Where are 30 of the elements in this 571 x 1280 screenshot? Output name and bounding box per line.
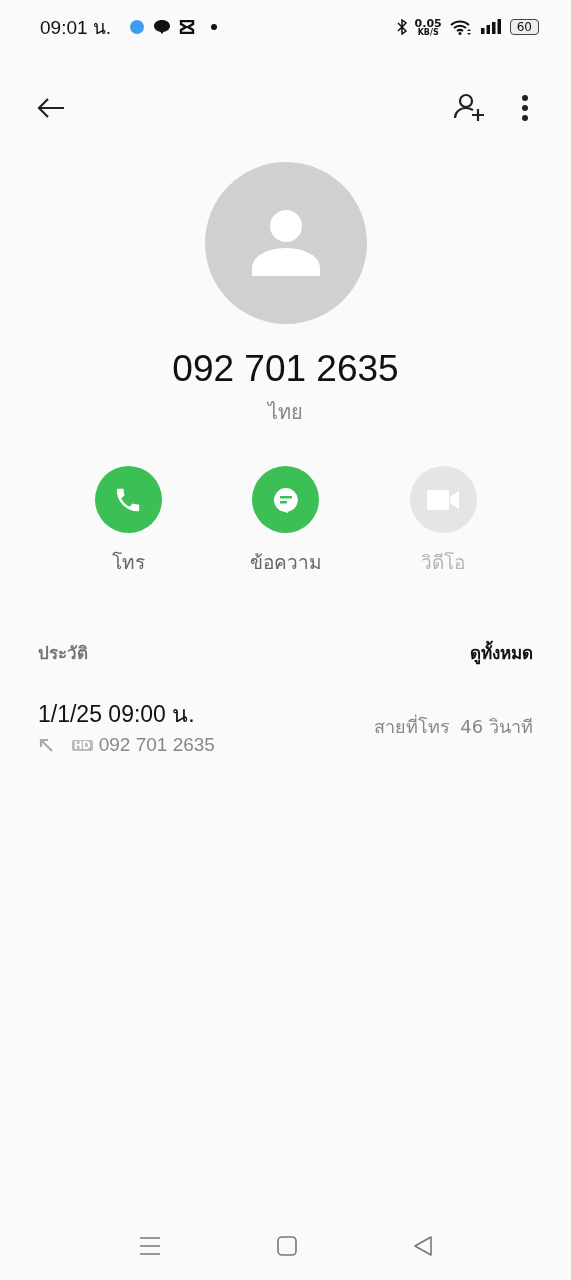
see-all-link[interactable]: ดูทั้งหมด: [470, 639, 533, 666]
wifi-icon: [449, 19, 472, 35]
bluetooth-icon: [396, 19, 407, 35]
hd-badge: HD: [72, 739, 93, 751]
network-speed-unit: KB/S: [417, 28, 439, 37]
back-arrow-icon[interactable]: [36, 97, 66, 119]
call-type: สายที่โทร: [374, 713, 451, 739]
call-datetime: 1/1/25 09:00 น.: [38, 700, 196, 729]
more-options-icon[interactable]: [521, 94, 529, 122]
back-triangle-icon[interactable]: [412, 1236, 433, 1256]
battery-indicator: 60: [509, 19, 539, 35]
status-time: 09:01 น.: [40, 16, 112, 40]
call-duration: 46 วินาที: [460, 714, 533, 739]
history-title: ประวัติ: [38, 642, 88, 665]
region-label: ไทย: [266, 399, 304, 426]
network-speed: 0.05: [414, 17, 442, 29]
chat-bubble-icon: [153, 19, 172, 35]
outgoing-arrow-icon: [38, 737, 54, 753]
action-label: วิดีโอ: [421, 550, 465, 575]
avatar-icon: [204, 162, 367, 324]
menu-icon[interactable]: [138, 1236, 161, 1256]
action-label: โทร: [111, 550, 145, 575]
call-number: 092 701 2635: [98, 734, 215, 756]
video-camera-icon: [426, 487, 460, 512]
home-square-icon[interactable]: [276, 1236, 297, 1256]
add-contact-icon[interactable]: [453, 92, 485, 124]
phone-number: 092 701 2635: [171, 348, 400, 390]
signal-icon: [479, 19, 502, 35]
action-label: ข้อความ: [249, 550, 322, 575]
notification-dot-icon: [211, 24, 218, 30]
